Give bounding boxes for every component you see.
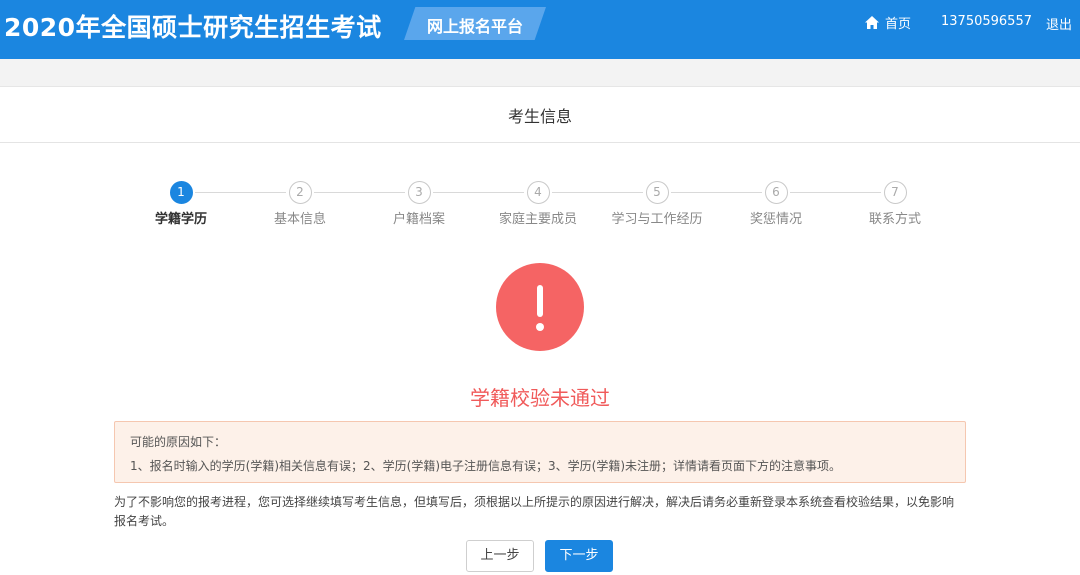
home-icon	[865, 15, 879, 29]
step-5[interactable]: 5 学习与工作经历	[597, 181, 717, 227]
notice-text: 为了不影响您的报考进程，您可选择继续填写考生信息，但填写后，须根据以上所提示的原…	[114, 495, 955, 528]
step-1[interactable]: 1 学籍学历	[121, 181, 241, 227]
platform-label: 网上报名平台	[426, 17, 523, 36]
user-phone: 13750596557	[941, 14, 1032, 29]
step-3[interactable]: 3 户籍档案	[359, 181, 479, 227]
prev-step-button[interactable]: 上一步	[466, 540, 534, 572]
platform-badge: 网上报名平台	[404, 7, 546, 40]
reason-title: 可能的原因如下：	[130, 435, 227, 449]
step-6[interactable]: 6 奖惩情况	[716, 181, 836, 227]
exclamation-icon	[496, 263, 584, 351]
section-header: 考生信息	[0, 87, 1080, 143]
reason-box: 可能的原因如下： 1、报名时输入的学历(学籍)相关信息有误；2、学历(学籍)电子…	[114, 421, 966, 483]
step-label: 联系方式	[868, 212, 921, 227]
step-number: 3	[407, 181, 431, 204]
step-label: 家庭主要成员	[498, 212, 577, 227]
step-2[interactable]: 2 基本信息	[240, 181, 360, 227]
step-label: 学习与工作经历	[611, 212, 703, 227]
step-number: 7	[883, 181, 907, 204]
site-title: 2020年全国硕士研究生招生考试	[4, 13, 382, 42]
logout-link[interactable]: 退出	[1046, 14, 1072, 33]
step-label: 户籍档案	[392, 212, 445, 227]
next-step-button[interactable]: 下一步	[545, 540, 613, 572]
home-label: 首页	[885, 16, 912, 32]
verification-failed-title: 学籍校验未通过	[470, 386, 610, 410]
sub-bar	[0, 59, 1080, 87]
home-link[interactable]: 首页	[864, 13, 912, 32]
step-label: 奖惩情况	[749, 212, 802, 227]
step-label: 学籍学历	[154, 212, 207, 227]
reason-text: 1、报名时输入的学历(学籍)相关信息有误；2、学历(学籍)电子注册信息有误；3、…	[130, 459, 841, 473]
step-number: 5	[645, 181, 669, 204]
step-number: 1	[169, 181, 193, 204]
step-4[interactable]: 4 家庭主要成员	[478, 181, 598, 227]
step-label: 基本信息	[273, 212, 326, 227]
top-bar: 2020年全国硕士研究生招生考试 网上报名平台 首页 13750596557 退…	[0, 0, 1080, 59]
step-number: 6	[764, 181, 788, 204]
step-number: 4	[526, 181, 550, 204]
step-number: 2	[288, 181, 312, 204]
step-7[interactable]: 7 联系方式	[835, 181, 955, 227]
section-title: 考生信息	[507, 106, 572, 126]
